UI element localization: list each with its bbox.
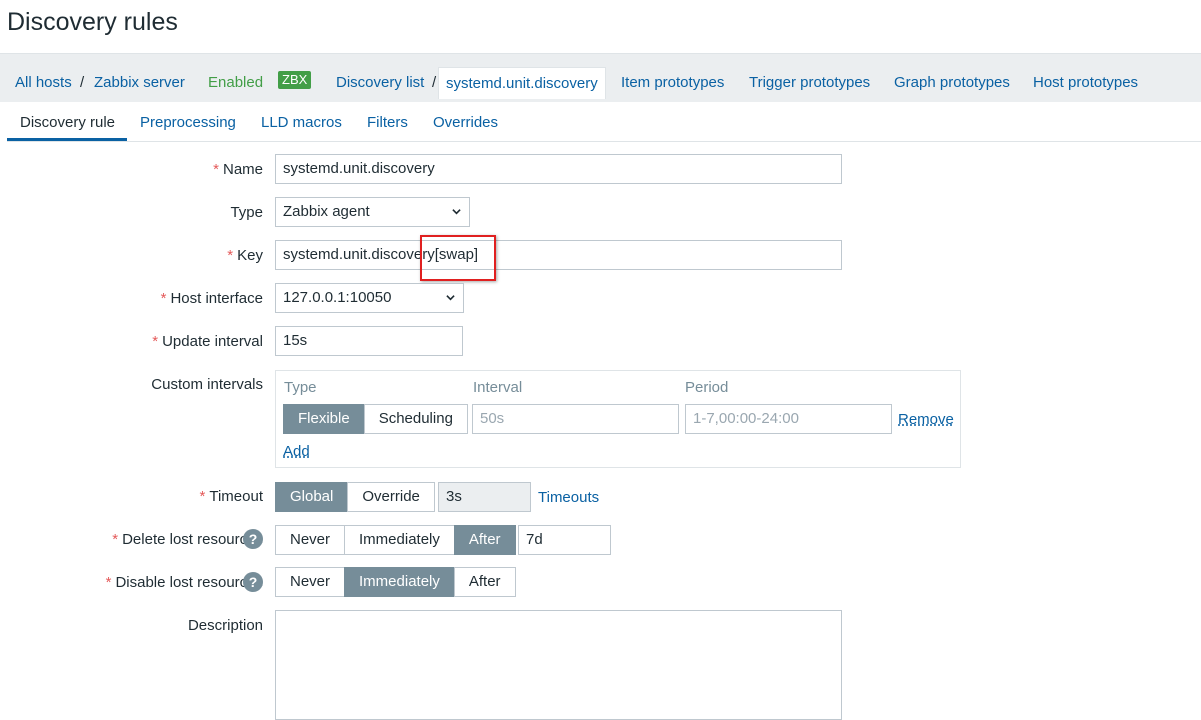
- disable-after-button[interactable]: After: [453, 567, 516, 597]
- zbx-availability-badge: ZBX: [278, 71, 312, 89]
- disable-immediately-button[interactable]: Immediately: [344, 567, 455, 597]
- breadcrumb-separator: /: [80, 74, 85, 91]
- required-marker: *: [227, 247, 234, 264]
- host-navigation-bar: All hosts / Zabbix server Enabled ZBX Di…: [0, 53, 1201, 102]
- delete-lost-resources-toggle: Never Immediately After: [275, 525, 516, 555]
- help-icon[interactable]: ?: [243, 529, 263, 549]
- breadcrumb-host[interactable]: Zabbix server: [94, 74, 185, 91]
- delete-after-button[interactable]: After: [453, 525, 516, 555]
- custom-intervals-type-header: Type: [284, 379, 317, 396]
- required-marker: *: [105, 574, 112, 591]
- form-tabs: Discovery rule Preprocessing LLD macros …: [7, 101, 1201, 142]
- breadcrumb-separator: /: [432, 74, 437, 91]
- disable-never-button[interactable]: Never: [275, 567, 346, 597]
- chevron-down-icon: [452, 209, 461, 215]
- timeout-value-input[interactable]: 3s: [438, 482, 531, 512]
- annotation-highlight-box: [420, 235, 496, 281]
- delete-lost-resources-label: * Delete lost resources: [112, 531, 263, 548]
- tab-discovery-rule[interactable]: Discovery rule: [20, 114, 115, 131]
- nav-item-prototypes[interactable]: Item prototypes: [621, 74, 724, 91]
- name-input[interactable]: systemd.unit.discovery: [275, 154, 842, 184]
- host-interface-label: * Host interface: [160, 290, 263, 307]
- timeout-toggle: Global Override: [275, 482, 435, 512]
- custom-interval-input[interactable]: 50s: [472, 404, 679, 434]
- name-label: * Name: [213, 161, 263, 178]
- update-interval-input[interactable]: 15s: [275, 326, 463, 356]
- nav-trigger-prototypes[interactable]: Trigger prototypes: [749, 74, 870, 91]
- custom-intervals-period-header: Period: [685, 379, 729, 396]
- required-marker: *: [213, 161, 219, 178]
- timeout-label: * Timeout: [199, 488, 263, 505]
- help-icon[interactable]: ?: [243, 572, 263, 592]
- custom-period-input[interactable]: 1-7,00:00-24:00: [685, 404, 892, 434]
- flexible-button[interactable]: Flexible: [283, 404, 365, 434]
- type-select-value: Zabbix agent: [283, 203, 370, 220]
- page-title: Discovery rules: [7, 8, 178, 36]
- update-interval-label: * Update interval: [152, 333, 263, 350]
- host-status-enabled[interactable]: Enabled: [208, 74, 263, 91]
- key-input[interactable]: systemd.unit.discovery[swap]: [275, 240, 842, 270]
- nav-graph-prototypes[interactable]: Graph prototypes: [894, 74, 1010, 91]
- required-marker: *: [152, 333, 159, 350]
- breadcrumb-all-hosts[interactable]: All hosts: [15, 74, 72, 91]
- description-label: Description: [187, 617, 263, 634]
- timeout-override-button[interactable]: Override: [347, 482, 435, 512]
- breadcrumb-current-rule[interactable]: systemd.unit.discovery: [438, 67, 606, 99]
- timeout-global-button[interactable]: Global: [275, 482, 349, 512]
- nav-host-prototypes[interactable]: Host prototypes: [1033, 74, 1138, 91]
- delete-immediately-button[interactable]: Immediately: [344, 525, 455, 555]
- active-tab-indicator: [7, 138, 127, 141]
- disable-lost-resources-label: * Disable lost resources: [105, 574, 263, 591]
- description-textarea[interactable]: [275, 610, 842, 720]
- type-label: Type: [230, 204, 263, 221]
- tab-preprocessing[interactable]: Preprocessing: [140, 114, 236, 131]
- custom-intervals-label: Custom intervals: [151, 376, 263, 393]
- tab-filters[interactable]: Filters: [367, 114, 408, 131]
- tab-lld-macros[interactable]: LLD macros: [261, 114, 342, 131]
- type-select[interactable]: Zabbix agent: [275, 197, 470, 227]
- host-interface-select[interactable]: 127.0.0.1:10050: [275, 283, 464, 313]
- delete-after-input[interactable]: 7d: [518, 525, 611, 555]
- required-marker: *: [160, 290, 167, 307]
- chevron-down-icon: [446, 295, 455, 301]
- required-marker: *: [112, 531, 119, 548]
- required-marker: *: [199, 488, 206, 505]
- key-label: * Key: [227, 247, 263, 264]
- host-interface-value: 127.0.0.1:10050: [283, 289, 392, 306]
- scheduling-button[interactable]: Scheduling: [363, 404, 468, 434]
- add-interval-link[interactable]: Add: [283, 443, 310, 460]
- custom-intervals-interval-header: Interval: [473, 379, 523, 396]
- timeouts-link[interactable]: Timeouts: [538, 489, 599, 506]
- disable-lost-resources-toggle: Never Immediately After: [275, 567, 516, 597]
- delete-never-button[interactable]: Never: [275, 525, 346, 555]
- remove-interval-link[interactable]: Remove: [898, 411, 954, 428]
- tab-overrides[interactable]: Overrides: [433, 114, 498, 131]
- custom-interval-type-toggle: Flexible Scheduling: [283, 404, 468, 434]
- breadcrumb-discovery-list[interactable]: Discovery list: [336, 74, 424, 91]
